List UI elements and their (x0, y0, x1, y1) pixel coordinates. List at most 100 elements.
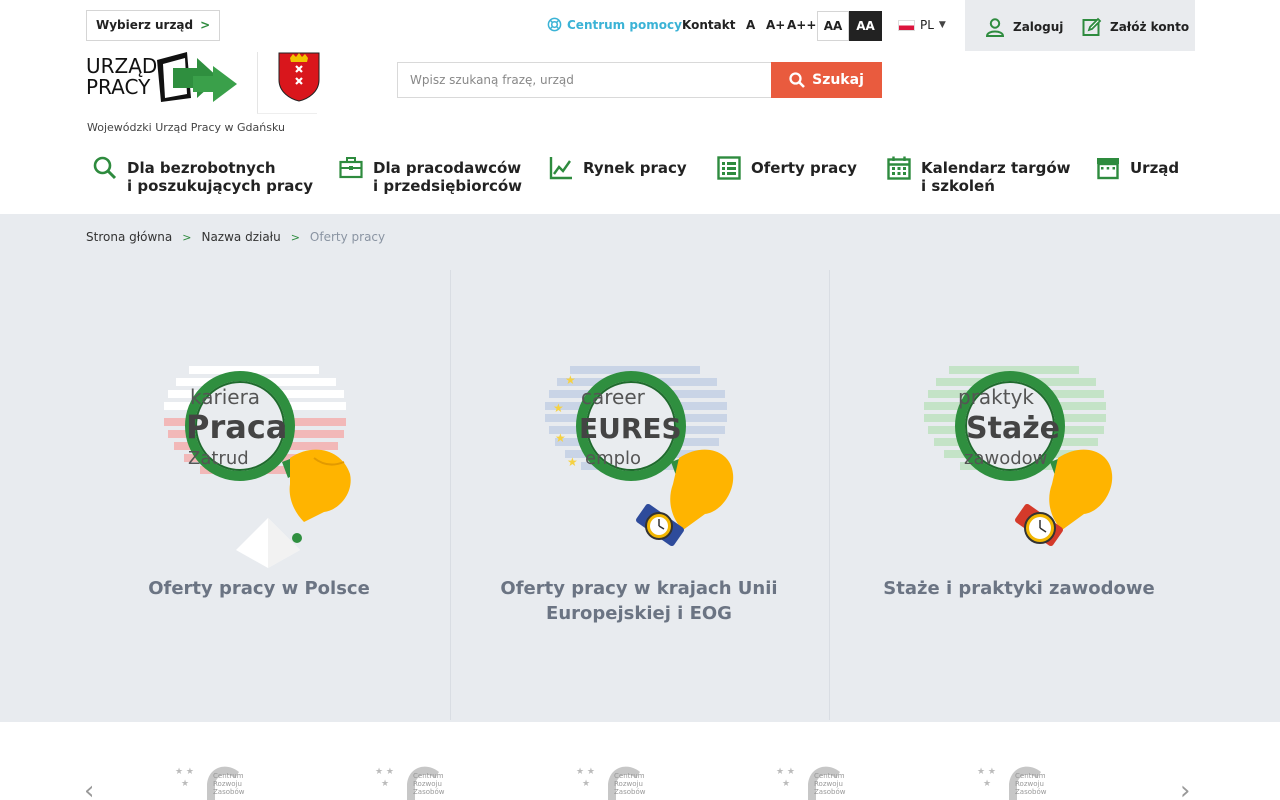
partner-text-line: Centrum (814, 772, 845, 780)
search-icon (789, 72, 806, 88)
partner-text-line: Zasobów (213, 788, 245, 796)
offer-card-poland[interactable]: kariera Praca Zatrud Oferty pracy w Pols… (70, 250, 448, 722)
partner-text-line: Zasobów (413, 788, 445, 796)
edit-icon (1082, 17, 1102, 36)
card-word-main: Praca (186, 408, 287, 446)
breadcrumb-home[interactable]: Strona główna (86, 230, 172, 244)
svg-text:★ ★: ★ ★ (576, 767, 595, 777)
calendar-icon (887, 156, 911, 180)
nav-label: Dla pracodawców i przedsiębiorców (373, 159, 523, 195)
partner-logo[interactable]: ★ ★ ★ Centrum Rozwoju Zasobów (977, 762, 1046, 800)
partner-text-line: Rozwoju (213, 780, 242, 788)
card-word-bottom: Zatrud (188, 448, 249, 469)
partner-text-line: Rozwoju (413, 780, 442, 788)
gdansk-coat-of-arms-icon (278, 52, 320, 102)
carousel-prev-icon[interactable]: ‹ (84, 776, 94, 800)
partner-text-line: Zasobów (814, 788, 846, 796)
partner-text-line: Centrum (614, 772, 645, 780)
partner-text-line: Zasobów (614, 788, 646, 796)
login-link[interactable]: Zaloguj (985, 17, 1063, 37)
page: Wybierz urząd > Centrum pomocy Kontakt A… (0, 0, 1280, 800)
logo-line-2: PRACY (86, 75, 151, 99)
partner-text-line: Rozwoju (814, 780, 843, 788)
contact-link[interactable]: Kontakt (682, 18, 735, 32)
partner-logo[interactable]: ★ ★ ★ Centrum Rozwoju Zasobów (175, 762, 244, 800)
help-center-label: Centrum pomocy (567, 17, 682, 32)
nav-label: Urząd (1130, 159, 1180, 177)
nav-item-calendar[interactable]: Kalendarz targów i szkoleń (887, 156, 1071, 195)
offer-card-internships[interactable]: praktyk Staże zawodow Staże i praktyki z… (830, 250, 1208, 722)
chart-icon (549, 157, 572, 180)
help-center-link[interactable]: Centrum pomocy (547, 17, 682, 32)
card-word-main: EURES (579, 412, 682, 445)
select-office-button[interactable]: Wybierz urząd > (86, 10, 221, 41)
carousel-next-icon[interactable]: › (1180, 776, 1190, 800)
nav-item-employers[interactable]: Dla pracodawców i przedsiębiorców (339, 156, 522, 195)
partner-logo[interactable]: ★ ★ ★ Centrum Rozwoju Zasobów (576, 762, 645, 800)
partner-logo[interactable]: ★ ★ ★ Centrum Rozwoju Zasobów (776, 762, 845, 800)
breadcrumb-section[interactable]: Nazwa działu (201, 230, 280, 244)
building-icon (1097, 158, 1119, 180)
chevron-right-icon: > (200, 18, 211, 32)
chevron-right-icon: > (290, 230, 300, 244)
eu-star-icon: ★ (567, 455, 578, 469)
language-select[interactable]: PL ▼ (898, 18, 946, 32)
partner-text-line: Rozwoju (614, 780, 643, 788)
nav-label: Kalendarz targów i szkoleń (921, 159, 1071, 195)
account-box: Zaloguj Załóż konto (965, 0, 1195, 51)
logo-subtitle: Wojewódzki Urząd Pracy w Gdańsku (87, 121, 285, 134)
font-size-large[interactable]: A+ (766, 18, 785, 32)
partner-text-line: Rozwoju (1015, 780, 1044, 788)
card-word-main: Staże (966, 411, 1060, 446)
eu-star-icon: ★ (555, 431, 566, 445)
lifebuoy-icon (547, 17, 562, 32)
login-label: Zaloguj (1013, 20, 1064, 34)
svg-text:★ ★: ★ ★ (977, 767, 996, 777)
svg-text:★: ★ (181, 779, 189, 789)
nav-item-unemployed[interactable]: Dla bezrobotnych i poszukujących pracy (93, 156, 313, 195)
svg-text:★ ★: ★ ★ (375, 767, 394, 777)
font-size-normal[interactable]: A (746, 18, 755, 32)
briefcase-icon (339, 157, 363, 179)
eu-star-icon: ★ (553, 401, 564, 415)
user-icon (985, 18, 1005, 37)
logo-arrows-icon (157, 52, 237, 102)
card-title: Oferty pracy w Polsce (148, 578, 370, 599)
partner-logo[interactable]: ★ ★ ★ Centrum Rozwoju Zasobów (375, 762, 444, 800)
search-input[interactable] (397, 62, 771, 98)
card-word-bottom: emplo (585, 448, 641, 469)
register-link[interactable]: Załóż konto (1082, 17, 1189, 37)
card-title: Oferty pracy w krajach Unii Europejskiej… (500, 578, 778, 624)
magnifier-internships-illustration: praktyk Staże zawodow (924, 366, 1113, 547)
nav-label: Dla bezrobotnych i poszukujących pracy (127, 159, 314, 195)
offer-card-eu[interactable]: ★ ★ ★ ★ career EURES emplo Oferty pracy … (451, 250, 827, 722)
svg-text:★ ★: ★ ★ (776, 767, 795, 777)
card-word-top: career (581, 385, 646, 409)
partner-text-line: Zasobów (1015, 788, 1047, 796)
font-size-xlarge[interactable]: A++ (787, 18, 816, 32)
svg-text:★: ★ (782, 779, 790, 789)
logo-line-1: URZĄD (86, 54, 158, 78)
nav-item-labor-market[interactable]: Rynek pracy (549, 156, 687, 180)
eu-star-icon: ★ (565, 373, 576, 387)
card-title: Staże i praktyki zawodowe (883, 578, 1155, 599)
search-icon (93, 156, 117, 180)
partner-text-line: Centrum (213, 772, 244, 780)
magnifier-poland-illustration: kariera Praca Zatrud (164, 366, 351, 568)
chevron-right-icon: > (182, 230, 192, 244)
breadcrumb: Strona główna > Nazwa działu > Oferty pr… (86, 230, 385, 244)
card-word-top: praktyk (958, 385, 1034, 409)
select-office-label: Wybierz urząd (96, 18, 194, 32)
logo-wordmark[interactable]: URZĄD PRACY (86, 56, 157, 98)
list-icon (717, 156, 741, 180)
nav-item-office[interactable]: Urząd (1096, 156, 1179, 180)
contrast-normal-button[interactable]: AA (817, 11, 849, 41)
contrast-high-button[interactable]: AA (849, 11, 882, 41)
breadcrumb-current: Oferty pracy (309, 230, 386, 244)
search-button[interactable]: Szukaj (771, 62, 882, 98)
svg-text:★: ★ (582, 779, 590, 789)
nav-item-job-offers[interactable]: Oferty pracy (717, 156, 857, 180)
register-label: Załóż konto (1110, 20, 1190, 34)
poland-flag-icon (898, 19, 915, 31)
partner-text-line: Centrum (413, 772, 444, 780)
